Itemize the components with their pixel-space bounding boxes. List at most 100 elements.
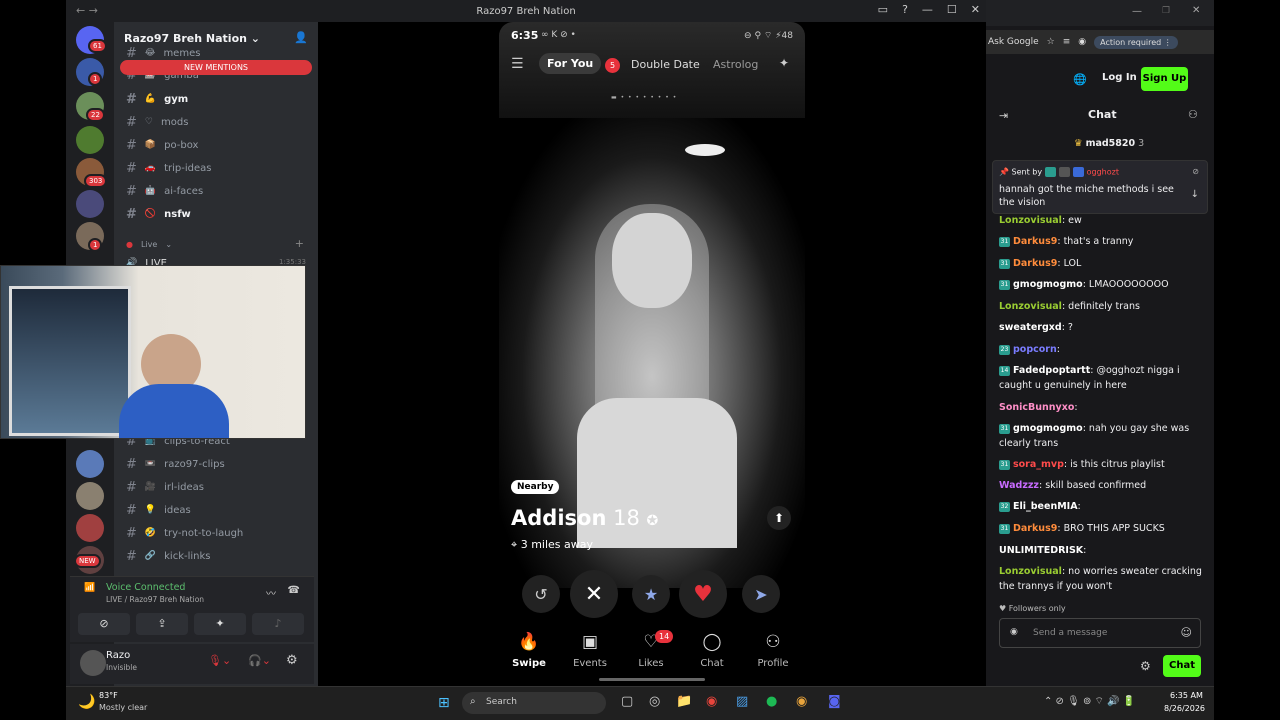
chat-username[interactable]: sora_mvp	[1013, 459, 1064, 470]
chat-username[interactable]: Lonzovisual	[999, 301, 1062, 312]
tab-swipe[interactable]: 🔥 Swipe	[499, 632, 559, 669]
server-icon[interactable]	[76, 190, 104, 218]
add-member-icon[interactable]: 👤	[294, 31, 308, 44]
channel-item[interactable]: # 🤖 ai-faces	[126, 182, 203, 200]
discord-icon[interactable]: ◙	[828, 694, 841, 709]
chat-username[interactable]: popcorn	[1013, 344, 1057, 355]
minimize-icon[interactable]: —	[1132, 6, 1142, 17]
maximize-icon[interactable]: ☐	[947, 3, 957, 16]
chat-username[interactable]: Darkus9	[1013, 258, 1057, 269]
channel-item[interactable]: # 💪 gym	[126, 90, 188, 108]
task-view-icon[interactable]: ▢	[621, 694, 633, 709]
channel-item[interactable]: # 🤣 try-not-to-laugh	[126, 524, 243, 542]
users-icon[interactable]: ⚇	[1188, 108, 1198, 121]
collapse-chat-icon[interactable]: ⇥	[999, 109, 1008, 122]
search-box[interactable]: ⌕ Search	[462, 692, 606, 714]
channel-item[interactable]: # 🔗 kick-links	[126, 547, 211, 565]
channel-item[interactable]: # 🎥 irl-ideas	[126, 478, 204, 496]
screenshare-button[interactable]: ⇪	[136, 613, 188, 635]
expand-icon[interactable]: ↓	[1191, 189, 1199, 200]
file-explorer-icon[interactable]: 📁	[676, 694, 692, 709]
pinned-message[interactable]: 📌 Sent by ogghozt hannah got the miche m…	[992, 160, 1208, 214]
action-required-button[interactable]: Action required ⋮	[1094, 35, 1178, 49]
activities-button[interactable]: ✦	[194, 613, 246, 635]
photos-icon[interactable]: ▨	[736, 694, 748, 709]
channel-item[interactable]: # 🚗 trip-ideas	[126, 159, 212, 177]
chat-username[interactable]: gmogmogmo	[1013, 423, 1083, 434]
tab-for-you[interactable]: For You	[539, 53, 602, 74]
chat-username[interactable]: Lonzovisual	[999, 566, 1062, 577]
photo-dots[interactable]: ▬ • • • • • • • •	[611, 94, 677, 101]
chat-username[interactable]: Lonzovisual	[999, 215, 1062, 226]
ask-google-button[interactable]: Ask Google	[988, 37, 1039, 47]
disconnect-icon[interactable]: ☎	[288, 585, 300, 596]
chat-username[interactable]: Eli_beenMIA	[1013, 501, 1078, 512]
close-icon[interactable]: ✕	[971, 3, 980, 16]
soundboard-button[interactable]: ♪	[252, 613, 304, 635]
bookmark-star-icon[interactable]: ☆	[1047, 37, 1055, 47]
channel-item[interactable]: # ♡ mods	[126, 113, 188, 131]
chrome-profile-icon[interactable]: ◉	[796, 694, 807, 709]
like-button[interactable]: ♥	[679, 570, 727, 618]
signal-icon[interactable]: 📶	[84, 583, 95, 593]
server-icon[interactable]	[76, 126, 104, 154]
start-icon[interactable]: ⊞	[438, 695, 450, 711]
tab-double-date[interactable]: Double Date	[631, 58, 700, 71]
tab-chat[interactable]: ◯ Chat	[682, 632, 742, 669]
super-like-button[interactable]: ★	[632, 575, 670, 613]
message-input[interactable]: ◉ Send a message ☺	[999, 618, 1201, 648]
profile-icon[interactable]: ◉	[1078, 37, 1086, 47]
app-icon[interactable]: ◎	[649, 694, 660, 709]
server-icon[interactable]	[76, 514, 104, 542]
chat-username[interactable]: SonicBunnyxo	[999, 402, 1074, 413]
chrome-icon[interactable]: ◉	[706, 694, 717, 709]
chat-username[interactable]: Darkus9	[1013, 523, 1057, 534]
restore-icon[interactable]: ❐	[1162, 6, 1170, 16]
avatar[interactable]	[80, 650, 106, 676]
emoji-icon[interactable]: ☺	[1181, 626, 1192, 639]
noise-icon[interactable]: 〰	[266, 585, 276, 600]
chat-username[interactable]: UNLIMITEDRISK	[999, 545, 1083, 556]
chat-username[interactable]: Wadzzz	[999, 480, 1039, 491]
nope-button[interactable]: ✕	[570, 570, 618, 618]
rewind-button[interactable]: ↺	[522, 575, 560, 613]
add-channel-icon[interactable]: +	[295, 237, 304, 250]
boost-button[interactable]: ➤	[742, 575, 780, 613]
reading-list-icon[interactable]: ≡	[1063, 37, 1071, 47]
tray-icons[interactable]: ⌃ ⊘ 🎙 ⊚ ⌔ 🔊 🔋	[1044, 695, 1135, 708]
chat-username[interactable]: Fadedpoptartt	[1013, 365, 1090, 376]
spark-icon[interactable]: ✦	[779, 56, 789, 70]
channel-item[interactable]: # 💡 ideas	[126, 501, 191, 519]
chat-username[interactable]: Darkus9	[1013, 236, 1057, 247]
help-icon[interactable]: ?	[902, 3, 908, 16]
minimize-icon[interactable]: —	[922, 3, 933, 16]
back-forward-icon[interactable]: ← →	[76, 4, 98, 17]
mute-icon[interactable]: 🎙⌄	[208, 654, 231, 667]
category-live[interactable]: ● Live ⌄	[126, 235, 172, 253]
deafen-icon[interactable]: 🎧⌄	[248, 654, 271, 667]
server-icon[interactable]	[76, 450, 104, 478]
filters-icon[interactable]: ☰	[511, 56, 524, 72]
signup-button[interactable]: Sign Up	[1141, 67, 1188, 91]
chat-send-button[interactable]: Chat	[1163, 655, 1201, 677]
chat-settings-icon[interactable]: ⚙	[1140, 659, 1151, 673]
tab-events[interactable]: ▣ Events	[560, 632, 620, 669]
emote-icon[interactable]: ◉	[1010, 627, 1018, 637]
new-mentions-banner[interactable]: NEW MENTIONS	[120, 60, 312, 75]
channel-item[interactable]: # 📦 po-box	[126, 136, 198, 154]
settings-gear-icon[interactable]: ⚙	[286, 653, 298, 668]
tab-astrology[interactable]: Astrolog	[713, 58, 758, 71]
inbox-icon[interactable]: ▭	[878, 3, 888, 16]
chat-username[interactable]: gmogmogmo	[1013, 279, 1083, 290]
expand-profile-button[interactable]: ⬆	[767, 506, 791, 530]
globe-icon[interactable]: 🌐	[1073, 73, 1087, 86]
channel-item[interactable]: # 🚫 nsfw	[126, 205, 191, 223]
tab-profile[interactable]: ⚇ Profile	[743, 632, 803, 669]
server-icon[interactable]	[76, 482, 104, 510]
weather-icon[interactable]: 🌙	[78, 694, 95, 710]
unpin-icon[interactable]: ⊘	[1192, 167, 1199, 176]
chat-username[interactable]: sweatergxd	[999, 322, 1062, 333]
channel-item[interactable]: # 📼 razo97-clips	[126, 455, 225, 473]
camera-off-button[interactable]: ⊘	[78, 613, 130, 635]
spotify-icon[interactable]: ●	[766, 694, 777, 709]
